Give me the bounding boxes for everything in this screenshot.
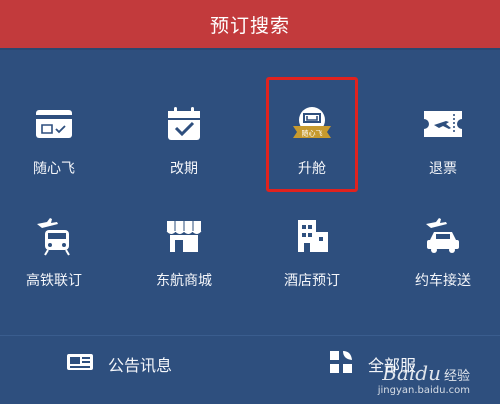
calendar-check-icon xyxy=(160,100,208,148)
watermark-brand: Baidu 经验 xyxy=(378,361,470,385)
tile-car-service-label: 约车接送 xyxy=(415,273,471,289)
ticket-icon xyxy=(419,100,467,148)
tile-hotel[interactable]: 酒店预订 xyxy=(262,212,362,312)
header-bar: 预订搜索 xyxy=(0,0,500,48)
tile-refund-label: 退票 xyxy=(429,161,457,177)
tile-refund[interactable]: 退票 xyxy=(393,100,493,200)
store-icon xyxy=(160,212,208,260)
watermark-accent-text: 经验 xyxy=(443,369,470,384)
plane-train-icon xyxy=(30,212,78,260)
tile-reschedule[interactable]: 改期 xyxy=(134,100,234,200)
bottom-divider xyxy=(0,335,500,336)
announcement-icon xyxy=(66,351,94,377)
hotel-icon xyxy=(288,212,336,260)
baidu-watermark: Baidu 经验 jingyan.baidu.com xyxy=(378,361,470,396)
tile-rail-booking-label: 高铁联订 xyxy=(26,273,82,289)
watermark-brand-text: Baidu xyxy=(382,361,441,385)
tile-suixinfei-label: 随心飞 xyxy=(33,161,75,177)
watermark-url: jingyan.baidu.com xyxy=(377,385,470,396)
all-services-icon xyxy=(328,349,354,379)
tile-mall-label: 东航商城 xyxy=(156,273,212,289)
tile-reschedule-label: 改期 xyxy=(170,161,198,177)
card-icon xyxy=(30,100,78,148)
header-divider xyxy=(0,48,500,50)
plane-car-icon xyxy=(419,212,467,260)
tile-rail-booking[interactable]: 高铁联订 xyxy=(4,212,104,312)
announcements-button[interactable]: 公告讯息 xyxy=(66,346,172,382)
tile-suixinfei[interactable]: 随心飞 xyxy=(4,100,104,200)
tile-hotel-label: 酒店预订 xyxy=(284,273,340,289)
tile-car-service[interactable]: 约车接送 xyxy=(393,212,493,312)
tile-mall[interactable]: 东航商城 xyxy=(134,212,234,312)
page-title: 预订搜索 xyxy=(209,14,290,37)
announcements-label: 公告讯息 xyxy=(108,356,173,375)
highlight-frame xyxy=(266,77,358,192)
